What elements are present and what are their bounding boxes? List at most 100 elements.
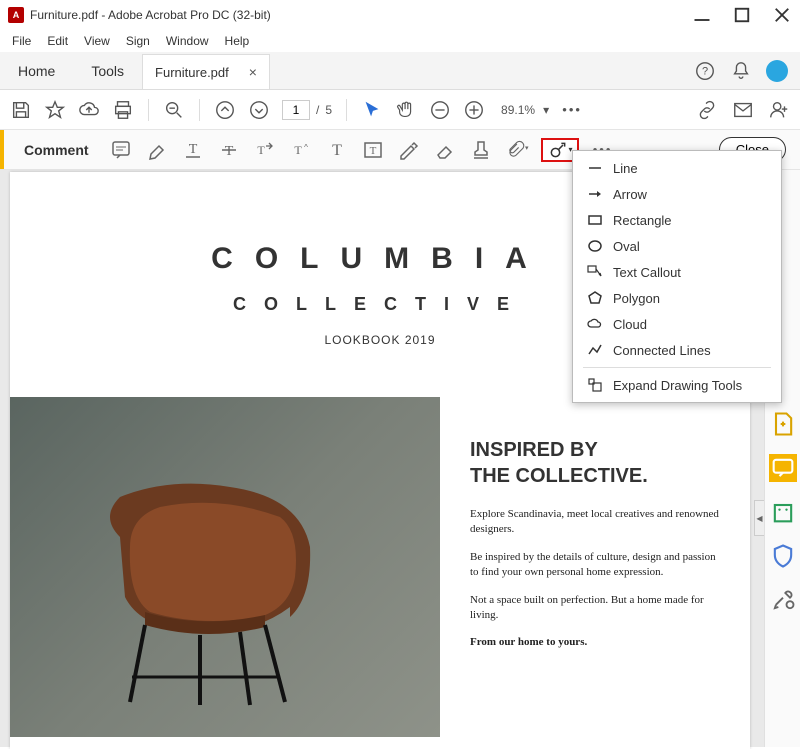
tab-document-label: Furniture.pdf bbox=[155, 65, 229, 80]
menu-sign[interactable]: Sign bbox=[118, 32, 158, 50]
email-icon[interactable] bbox=[732, 99, 754, 121]
insert-text-icon[interactable]: T^ bbox=[289, 138, 313, 162]
menu-item-line[interactable]: Line bbox=[573, 155, 781, 181]
chevron-down-icon: ▾ bbox=[543, 103, 549, 117]
menu-item-cloud[interactable]: Cloud bbox=[573, 311, 781, 337]
zoom-dropdown[interactable]: 89.1% ▾ bbox=[497, 103, 549, 117]
protect-rail-icon[interactable] bbox=[769, 542, 797, 570]
underline-text-icon[interactable]: T bbox=[181, 138, 205, 162]
zoom-value: 89.1% bbox=[497, 103, 539, 117]
doc-p3: Not a space built on perfection. But a h… bbox=[470, 593, 720, 624]
svg-text:?: ? bbox=[702, 65, 708, 77]
tab-tools[interactable]: Tools bbox=[73, 52, 142, 89]
tab-document[interactable]: Furniture.pdf × bbox=[142, 54, 270, 89]
comment-rail-icon[interactable] bbox=[769, 454, 797, 482]
arrow-icon bbox=[587, 186, 603, 202]
expand-icon bbox=[587, 377, 603, 393]
svg-text:T: T bbox=[369, 145, 376, 157]
menu-item-rectangle[interactable]: Rectangle bbox=[573, 207, 781, 233]
window-titlebar: Furniture.pdf - Adobe Acrobat Pro DC (32… bbox=[0, 0, 800, 30]
star-icon[interactable] bbox=[44, 99, 66, 121]
help-icon[interactable]: ? bbox=[694, 60, 716, 82]
zoom-minus-icon[interactable] bbox=[429, 99, 451, 121]
svg-text:T: T bbox=[294, 143, 302, 157]
page-total: 5 bbox=[325, 103, 332, 117]
doc-p4: From our home to yours. bbox=[470, 635, 720, 650]
hand-tool-icon[interactable] bbox=[395, 99, 417, 121]
drawing-tools-menu: Line Arrow Rectangle Oval Text Callout P… bbox=[572, 150, 782, 403]
svg-text:^: ^ bbox=[304, 143, 308, 152]
more-tools-rail-icon[interactable] bbox=[769, 586, 797, 614]
replace-text-icon[interactable]: T bbox=[253, 138, 277, 162]
selection-arrow-icon[interactable] bbox=[361, 99, 383, 121]
menu-item-connected-lines[interactable]: Connected Lines bbox=[573, 337, 781, 363]
minimize-button[interactable] bbox=[692, 5, 712, 25]
page-up-icon[interactable] bbox=[214, 99, 236, 121]
attachment-icon[interactable]: ▾ bbox=[505, 138, 529, 162]
tab-home[interactable]: Home bbox=[0, 52, 73, 89]
strikethrough-text-icon[interactable]: T bbox=[217, 138, 241, 162]
menu-file[interactable]: File bbox=[4, 32, 39, 50]
tab-close-icon[interactable]: × bbox=[249, 64, 257, 80]
add-text-icon[interactable]: T bbox=[325, 138, 349, 162]
menu-item-oval[interactable]: Oval bbox=[573, 233, 781, 259]
menu-help[interactable]: Help bbox=[217, 32, 258, 50]
notifications-icon[interactable] bbox=[730, 60, 752, 82]
product-photo bbox=[10, 397, 440, 737]
zoom-out-icon[interactable] bbox=[163, 99, 185, 121]
zoom-plus-icon[interactable] bbox=[463, 99, 485, 121]
sticky-note-icon[interactable] bbox=[109, 138, 133, 162]
doc-copy: INSPIRED BYTHE COLLECTIVE. Explore Scand… bbox=[470, 397, 750, 737]
main-toolbar: / 5 89.1% ▾ ••• bbox=[0, 90, 800, 130]
maximize-button[interactable] bbox=[732, 5, 752, 25]
close-button[interactable] bbox=[772, 5, 792, 25]
doc-heading: INSPIRED BYTHE COLLECTIVE. bbox=[470, 437, 720, 489]
svg-text:T: T bbox=[257, 143, 265, 157]
save-icon[interactable] bbox=[10, 99, 32, 121]
menu-item-text-callout[interactable]: Text Callout bbox=[573, 259, 781, 285]
print-icon[interactable] bbox=[112, 99, 134, 121]
oval-icon bbox=[587, 238, 603, 254]
svg-text:T: T bbox=[224, 144, 233, 159]
polygon-icon bbox=[587, 290, 603, 306]
acrobat-app-icon bbox=[8, 7, 24, 23]
comment-indicator-stripe bbox=[0, 130, 4, 169]
rectangle-icon bbox=[587, 212, 603, 228]
menu-item-expand[interactable]: Expand Drawing Tools bbox=[573, 372, 781, 398]
menu-window[interactable]: Window bbox=[158, 32, 217, 50]
line-icon bbox=[587, 160, 603, 176]
user-avatar[interactable] bbox=[766, 60, 788, 82]
add-person-icon[interactable] bbox=[768, 99, 790, 121]
page-sep: / bbox=[316, 103, 319, 117]
eraser-icon[interactable] bbox=[433, 138, 457, 162]
cloud-icon bbox=[587, 316, 603, 332]
share-link-icon[interactable] bbox=[696, 99, 718, 121]
tab-bar: Home Tools Furniture.pdf × ? bbox=[0, 52, 800, 90]
comment-label: Comment bbox=[16, 142, 97, 158]
text-callout-icon bbox=[587, 264, 603, 280]
create-pdf-rail-icon[interactable] bbox=[769, 410, 797, 438]
export-rail-icon[interactable] bbox=[769, 498, 797, 526]
highlight-icon[interactable] bbox=[145, 138, 169, 162]
page-current-input[interactable] bbox=[282, 100, 310, 120]
svg-text:T: T bbox=[188, 142, 197, 157]
connected-lines-icon bbox=[587, 342, 603, 358]
page-indicator: / 5 bbox=[282, 100, 332, 120]
doc-p2: Be inspired by the details of culture, d… bbox=[470, 550, 720, 581]
menu-edit[interactable]: Edit bbox=[39, 32, 76, 50]
page-down-icon[interactable] bbox=[248, 99, 270, 121]
stamp-icon[interactable] bbox=[469, 138, 493, 162]
svg-text:T: T bbox=[332, 142, 342, 159]
menu-item-polygon[interactable]: Polygon bbox=[573, 285, 781, 311]
pencil-icon[interactable] bbox=[397, 138, 421, 162]
menu-item-arrow[interactable]: Arrow bbox=[573, 181, 781, 207]
cloud-upload-icon[interactable] bbox=[78, 99, 100, 121]
rail-collapse-toggle[interactable]: ◀ bbox=[754, 500, 764, 536]
doc-p1: Explore Scandinavia, meet local creative… bbox=[470, 507, 720, 538]
text-box-icon[interactable]: T bbox=[361, 138, 385, 162]
menu-bar: File Edit View Sign Window Help bbox=[0, 30, 800, 52]
menu-separator bbox=[583, 367, 771, 368]
window-title: Furniture.pdf - Adobe Acrobat Pro DC (32… bbox=[30, 8, 692, 22]
menu-view[interactable]: View bbox=[76, 32, 118, 50]
more-tools-icon[interactable]: ••• bbox=[561, 99, 583, 121]
